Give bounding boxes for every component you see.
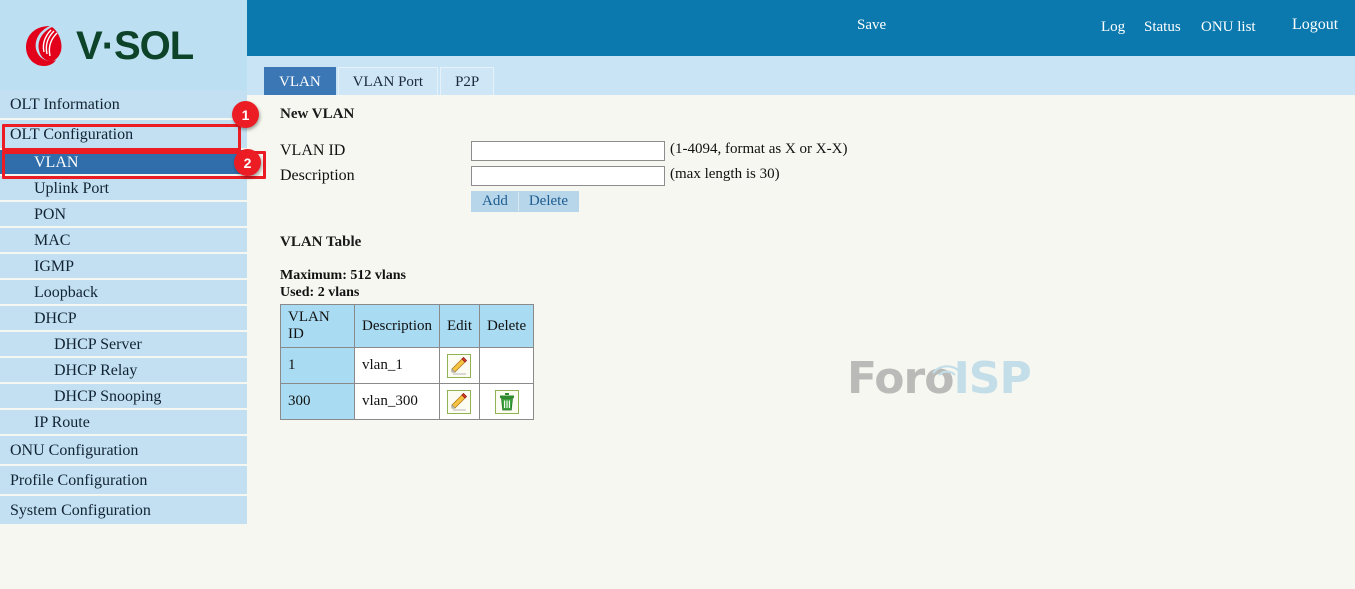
sidebar-item-system-configuration[interactable]: System Configuration — [0, 496, 247, 526]
cell-vlan-id: 1 — [280, 347, 355, 384]
vlan-id-hint: (1-4094, format as X or X-X) — [670, 141, 848, 157]
cell-delete — [478, 347, 535, 384]
header-link-onu-list[interactable]: ONU list — [1201, 19, 1256, 36]
sidebar-item-pon[interactable]: PON — [0, 202, 247, 228]
tab-p2p[interactable]: P2P — [440, 67, 495, 95]
description-label: Description — [280, 167, 355, 184]
pencil-edit-icon[interactable] — [447, 389, 472, 414]
vlan-maximum-text: Maximum: 512 vlans — [280, 268, 406, 283]
foroisp-watermark: ForoISP — [847, 353, 1032, 404]
description-input[interactable] — [471, 166, 665, 186]
sidebar-item-vlan[interactable]: VLAN — [0, 150, 247, 176]
sidebar-item-dhcp-snooping[interactable]: DHCP Snooping — [0, 384, 247, 410]
sidebar-item-dhcp-relay[interactable]: DHCP Relay — [0, 358, 247, 384]
column-header-edit: Edit — [438, 304, 480, 348]
tab-vlan-port[interactable]: VLAN Port — [337, 67, 439, 95]
header-link-status[interactable]: Status — [1144, 19, 1181, 36]
sidebar-item-dhcp-server[interactable]: DHCP Server — [0, 332, 247, 358]
sidebar-item-profile-configuration[interactable]: Profile Configuration — [0, 466, 247, 496]
tab-vlan[interactable]: VLAN — [264, 67, 336, 95]
add-button[interactable]: Add — [472, 192, 519, 211]
column-header-delete: Delete — [478, 304, 535, 348]
header-link-log[interactable]: Log — [1101, 19, 1125, 36]
sidebar-item-igmp[interactable]: IGMP — [0, 254, 247, 280]
vlan-table-title: VLAN Table — [280, 234, 362, 250]
vlan-id-label: VLAN ID — [280, 142, 346, 159]
delete-button[interactable]: Delete — [518, 192, 578, 211]
cell-description: vlan_1 — [354, 347, 440, 384]
table-row: 1 vlan_1 — [280, 347, 535, 384]
page-root: V·SOL Save Log Status ONU list Logout VL… — [0, 0, 1355, 589]
main-content: ForoISP New VLAN VLAN ID (1-4094, format… — [247, 95, 1355, 589]
cell-description: vlan_300 — [354, 383, 440, 420]
brand-logo[interactable]: V·SOL — [20, 22, 194, 70]
vlan-id-input[interactable] — [471, 141, 665, 161]
watermark-text-primary: Foro — [847, 353, 954, 404]
cell-vlan-id: 300 — [280, 383, 355, 420]
trash-delete-icon[interactable] — [494, 389, 519, 414]
tab-bar: VLAN VLAN Port P2P — [264, 67, 496, 95]
vlan-used-text: Used: 2 vlans — [280, 285, 360, 300]
pencil-edit-icon[interactable] — [447, 353, 472, 378]
logout-button[interactable]: Logout — [1292, 16, 1338, 34]
top-header-bar: Save Log Status ONU list Logout — [247, 0, 1355, 56]
wifi-arcs-icon — [927, 337, 967, 388]
sidebar-item-olt-information[interactable]: OLT Information — [0, 90, 247, 120]
sidebar-item-uplink-port[interactable]: Uplink Port — [0, 176, 247, 202]
brand-name: V·SOL — [76, 24, 194, 68]
column-header-description: Description — [354, 304, 440, 348]
sidebar-item-onu-configuration[interactable]: ONU Configuration — [0, 436, 247, 466]
sidebar-item-dhcp[interactable]: DHCP — [0, 306, 247, 332]
sidebar-item-mac[interactable]: MAC — [0, 228, 247, 254]
table-row: 300 vlan_300 — [280, 383, 535, 420]
sidebar-item-olt-configuration[interactable]: OLT Configuration — [0, 120, 247, 150]
watermark-text-secondary: ISP — [953, 353, 1031, 404]
sidebar-nav: OLT Information OLT Configuration VLAN U… — [0, 90, 247, 536]
new-vlan-title: New VLAN — [280, 106, 355, 122]
tab-strip-band: VLAN VLAN Port P2P — [247, 56, 1355, 95]
sidebar-item-loopback[interactable]: Loopback — [0, 280, 247, 306]
cell-edit — [438, 347, 480, 384]
cell-delete — [478, 383, 535, 420]
description-hint: (max length is 30) — [670, 166, 780, 182]
cell-edit — [438, 383, 480, 420]
sidebar-item-ip-route[interactable]: IP Route — [0, 410, 247, 436]
column-header-vlan-id: VLAN ID — [280, 304, 355, 348]
form-button-row: Add Delete — [471, 191, 579, 212]
save-button[interactable]: Save — [857, 17, 886, 34]
logo-panel: V·SOL — [0, 0, 247, 90]
vlan-table: VLAN ID Description Edit Delete 1 vlan_1 — [280, 304, 535, 420]
table-header-row: VLAN ID Description Edit Delete — [280, 304, 535, 348]
vsol-spiral-logo-icon — [20, 22, 68, 70]
